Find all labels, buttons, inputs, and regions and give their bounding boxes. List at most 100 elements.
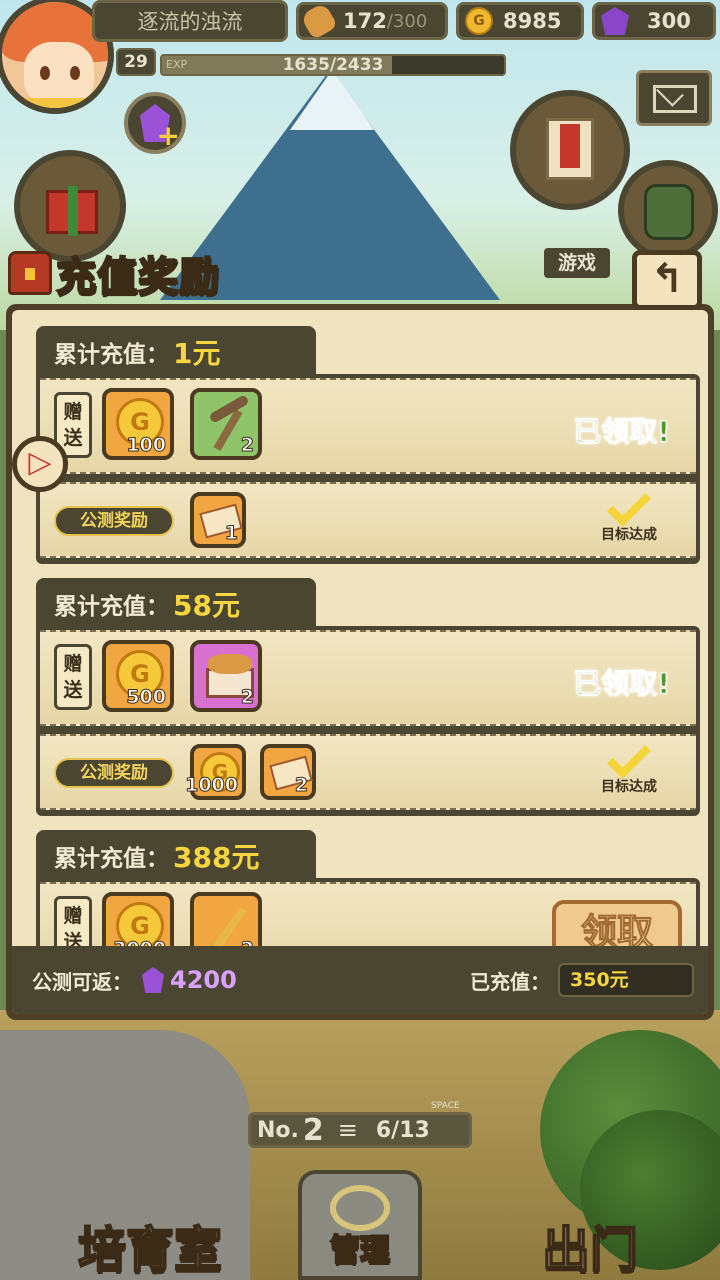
- tier-amount: 58元: [173, 589, 240, 622]
- mountain-snowcap: [290, 70, 374, 130]
- reward-item-ticket[interactable]: 2: [260, 744, 316, 800]
- panel-title-text: 充值奖励: [55, 253, 220, 301]
- beta-bonus-tag: 公测奖励: [54, 758, 174, 788]
- refund-value: 4200: [170, 966, 237, 994]
- nav-manage[interactable]: 管理: [298, 1170, 422, 1280]
- player-name: 逐流的浊流: [92, 0, 288, 42]
- mail-icon: [653, 85, 697, 113]
- tier-header: 累计充值： 388元: [36, 830, 316, 882]
- gem-value: 300: [647, 9, 691, 33]
- recharge-reward-panel: 累计充值： 1元 赠送 G 100 2 已领取! 公测奖励 1 目标达成 累计充…: [6, 304, 714, 1020]
- item-qty: 1000: [185, 774, 239, 797]
- reward-item-key[interactable]: 2: [190, 892, 262, 946]
- quest-button[interactable]: [510, 90, 630, 210]
- purple-gem-icon: [142, 967, 164, 993]
- space-label: SPACE: [431, 1101, 460, 1111]
- room-no-label: No.: [257, 1117, 299, 1143]
- reward-item-bread-basket[interactable]: 2: [190, 640, 262, 712]
- reward-tier: 累计充值： 58元 赠送 G 500 2 已领取! 公测奖励 G 1000 2 …: [26, 562, 700, 816]
- refund-label: 公测可返：: [32, 969, 132, 994]
- nav-breeding-room[interactable]: 培育室: [40, 1190, 260, 1280]
- plus-icon: +: [156, 119, 180, 152]
- claim-button[interactable]: 领取: [552, 900, 682, 946]
- bread-icon: [299, 1, 339, 41]
- tier-body: 赠送 G 100 2 已领取! 公测奖励 1 目标达成: [36, 374, 700, 564]
- backpack-button[interactable]: [618, 160, 718, 260]
- reward-item-ticket[interactable]: 1: [190, 492, 246, 548]
- tier-amount: 1元: [173, 337, 221, 370]
- item-qty: 2: [240, 434, 254, 457]
- item-qty: 2: [240, 686, 254, 709]
- reward-item-gold[interactable]: G 100: [102, 388, 174, 460]
- gift-tag: 赠送: [54, 896, 92, 946]
- tier-header: 累计充值： 1元: [36, 326, 316, 378]
- item-qty: 3000: [113, 938, 167, 947]
- item-qty: 500: [126, 686, 167, 709]
- tier-body: 赠送 G 500 2 已领取! 公测奖励 G 1000 2 目标达成: [36, 626, 700, 816]
- reward-tier: 累计充值： 1元 赠送 G 100 2 已领取! 公测奖励 1 目标达成: [26, 310, 700, 564]
- item-qty: 100: [126, 434, 167, 457]
- menu-icon: ≡: [337, 1116, 358, 1144]
- reward-item-gold[interactable]: G 1000: [185, 744, 246, 800]
- claimed-status: 已领取!: [573, 667, 671, 701]
- keys-icon: [330, 1185, 390, 1231]
- space-value: 6/13: [375, 1117, 430, 1143]
- nav-go-out[interactable]: 出门: [480, 1190, 700, 1280]
- room-indicator[interactable]: No. 2 ≡ SPACE 6/13: [248, 1101, 472, 1148]
- backpack-icon: [644, 184, 694, 240]
- item-qty: 2: [240, 938, 254, 947]
- goal-achieved-text: 目标达成: [601, 779, 657, 795]
- tier-label: 累计充值：: [54, 846, 169, 872]
- gift-row: 赠送 G 100 2 已领取!: [40, 378, 696, 474]
- game-label[interactable]: 游戏: [544, 248, 610, 278]
- buy-gems-button[interactable]: +: [124, 92, 186, 154]
- bonus-row: 公测奖励 1 目标达成: [40, 482, 696, 558]
- panel-body: 累计充值： 1元 赠送 G 100 2 已领取! 公测奖励 1 目标达成 累计充…: [12, 310, 708, 1014]
- nav-label: 出门: [541, 1221, 639, 1279]
- exp-bar: EXP 1635/2433: [160, 54, 506, 76]
- gem-counter[interactable]: 300: [592, 2, 716, 40]
- tier-body: 赠送 G 3000 2 领取: [36, 878, 700, 946]
- tier-label: 累计充值：: [54, 342, 169, 368]
- check-icon: [607, 483, 651, 527]
- reward-tier: 累计充值： 388元 赠送 G 3000 2 领取: [26, 814, 700, 946]
- gold-value: 8985: [503, 9, 562, 33]
- beta-bonus-tag: 公测奖励: [54, 506, 174, 536]
- panel-footer: 公测可返： 4200 已充值： 350元: [12, 946, 708, 1014]
- panel-title: 充值奖励: [8, 244, 220, 302]
- room-number: 2: [302, 1112, 324, 1148]
- check-icon: [607, 735, 651, 779]
- item-qty: 2: [294, 774, 308, 797]
- bonus-row: 公测奖励 G 1000 2 目标达成: [40, 734, 696, 810]
- tier-amount: 388元: [173, 841, 260, 874]
- gift-tag: 赠送: [54, 644, 92, 710]
- gift-row: 赠送 G 500 2 已领取!: [40, 630, 696, 726]
- item-qty: 1: [224, 522, 238, 545]
- reward-item-gold[interactable]: G 3000: [102, 892, 174, 946]
- nav-label: 培育室: [77, 1221, 223, 1279]
- mail-button[interactable]: [636, 70, 712, 126]
- reward-list[interactable]: 累计充值： 1元 赠送 G 100 2 已领取! 公测奖励 1 目标达成 累计充…: [12, 310, 708, 946]
- treasure-chest-icon: [8, 251, 52, 295]
- purple-gem-icon: [601, 7, 629, 35]
- back-button[interactable]: ↰: [632, 250, 702, 310]
- side-arrow-button[interactable]: ▷: [12, 436, 68, 492]
- gift-row: 赠送 G 3000 2 领取: [40, 882, 696, 946]
- paid-label: 已充值：: [470, 969, 550, 994]
- reward-item-pickaxe[interactable]: 2: [190, 388, 262, 460]
- tier-label: 累计充值：: [54, 594, 169, 620]
- nav-label: 管理: [329, 1232, 391, 1269]
- goal-achieved: 目标达成: [594, 483, 664, 544]
- goal-achieved: 目标达成: [594, 735, 664, 796]
- stamina-max: /300: [386, 10, 428, 32]
- player-level: 29: [116, 48, 156, 76]
- reward-item-gold[interactable]: G 500: [102, 640, 174, 712]
- paid-value: 350元: [558, 963, 694, 997]
- claimed-status: 已领取!: [573, 415, 671, 449]
- goal-achieved-text: 目标达成: [601, 527, 657, 543]
- exp-text: 1635/2433: [282, 55, 384, 75]
- gold-coin-icon: G: [465, 7, 493, 35]
- tier-header: 累计充值： 58元: [36, 578, 316, 630]
- gold-counter[interactable]: G 8985: [456, 2, 584, 40]
- stamina-counter[interactable]: 172/300: [296, 1, 448, 41]
